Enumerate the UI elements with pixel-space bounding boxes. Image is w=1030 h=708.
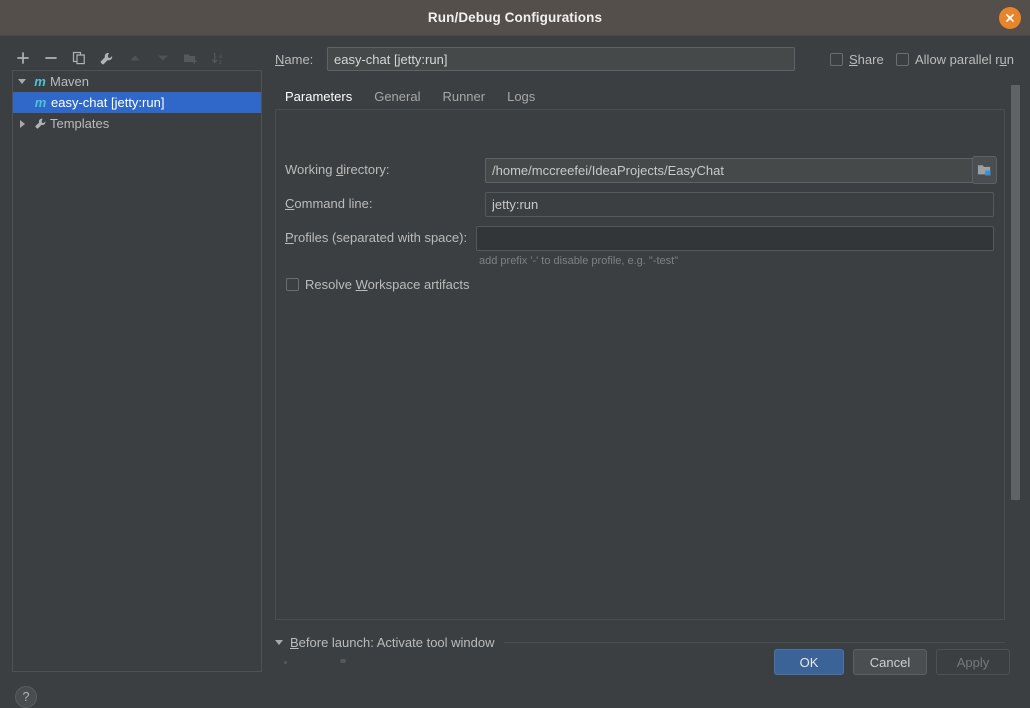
folder-add-icon xyxy=(183,54,197,64)
parameters-tab-content: Working directory: Command line: Profile… xyxy=(275,110,1005,620)
folder-macro-icon xyxy=(977,165,991,176)
before-launch-separator xyxy=(503,641,1005,643)
edit-templates-button[interactable] xyxy=(94,47,119,70)
tab-parameters[interactable]: Parameters xyxy=(275,89,364,111)
copy-configuration-button[interactable] xyxy=(66,47,91,70)
name-input[interactable] xyxy=(327,47,795,71)
cancel-button[interactable]: Cancel xyxy=(853,649,927,675)
apply-button[interactable]: Apply xyxy=(936,649,1010,675)
resolve-workspace-artifacts-label: Resolve Workspace artifacts xyxy=(305,277,470,292)
tab-logs[interactable]: Logs xyxy=(496,89,546,110)
apply-button-label: Apply xyxy=(956,654,990,670)
tree-toolbar: a z xyxy=(10,46,254,70)
insert-macro-button[interactable] xyxy=(972,156,997,184)
wrench-icon xyxy=(31,117,49,130)
tree-item-label: Maven xyxy=(50,74,90,89)
chevron-down-icon xyxy=(275,639,283,645)
tree-item-templates[interactable]: Templates xyxy=(13,113,261,134)
checkbox-box xyxy=(896,52,909,66)
sort-az-icon: a z xyxy=(211,52,223,65)
wrench-icon xyxy=(100,52,113,64)
close-icon xyxy=(1006,13,1014,22)
expand-twisty-templates[interactable] xyxy=(13,119,31,128)
tab-label: Logs xyxy=(507,89,536,104)
configurations-panel: a z m Maven m easy-chat [jetty:run] Temp… xyxy=(0,36,264,708)
arrow-down-icon xyxy=(157,55,168,61)
tab-runner[interactable]: Runner xyxy=(431,89,496,110)
add-configuration-button[interactable] xyxy=(10,47,35,70)
arrow-up-icon xyxy=(129,55,140,61)
share-checkbox[interactable]: Share xyxy=(830,47,884,71)
expand-twisty-maven[interactable] xyxy=(13,79,31,84)
configuration-editor-panel: Name: Share Allow parallel run Parameter… xyxy=(264,36,1030,684)
working-directory-label: Working directory: xyxy=(285,162,390,177)
move-down-button[interactable] xyxy=(150,47,175,70)
tree-item-easy-chat[interactable]: m easy-chat [jetty:run] xyxy=(13,92,261,113)
maven-m-icon: m xyxy=(34,74,46,89)
share-label: Share xyxy=(849,51,884,67)
working-directory-input[interactable] xyxy=(486,159,967,182)
window-title: Run/Debug Configurations xyxy=(427,10,603,25)
tab-label: Runner xyxy=(442,89,486,104)
checkbox-box xyxy=(830,52,843,66)
profiles-hint: add prefix '-' to disable profile, e.g. … xyxy=(479,255,679,267)
allow-parallel-run-checkbox[interactable]: Allow parallel run xyxy=(896,47,1014,71)
resolve-workspace-artifacts-checkbox[interactable]: Resolve Workspace artifacts xyxy=(286,277,470,292)
allow-parallel-run-label: Allow parallel run xyxy=(915,51,1015,67)
name-label: Name: xyxy=(275,51,314,67)
dialog-button-row: OK Cancel Apply xyxy=(264,649,1030,683)
copy-icon xyxy=(72,51,85,65)
chevron-right-icon xyxy=(19,119,25,128)
editor-tabs: Parameters General Runner Logs xyxy=(275,84,1019,111)
tree-item-label: Templates xyxy=(50,116,110,131)
window-titlebar: Run/Debug Configurations xyxy=(0,0,1030,36)
ok-button[interactable]: OK xyxy=(774,649,844,675)
tab-label: General xyxy=(374,89,421,104)
working-directory-field-wrap[interactable] xyxy=(485,158,994,183)
profiles-label: Profiles (separated with space): xyxy=(285,230,468,245)
help-button[interactable]: ? xyxy=(15,686,37,708)
minus-icon xyxy=(44,57,57,59)
close-window-button[interactable] xyxy=(999,6,1021,29)
tab-label: Parameters xyxy=(285,89,353,104)
tree-item-label: easy-chat [jetty:run] xyxy=(51,95,165,110)
tree-item-maven[interactable]: m Maven xyxy=(13,71,261,92)
maven-m-icon: m xyxy=(34,95,47,110)
command-line-input[interactable] xyxy=(485,192,994,217)
ok-button-label: OK xyxy=(799,654,819,670)
sort-alphabetically-button[interactable]: a z xyxy=(206,47,231,70)
new-folder-button[interactable] xyxy=(178,47,203,70)
svg-text:z: z xyxy=(219,59,222,65)
command-line-label: Command line: xyxy=(285,196,373,211)
move-up-button[interactable] xyxy=(122,47,147,70)
before-launch-label: Before launch: Activate tool window xyxy=(290,634,495,650)
profiles-input[interactable] xyxy=(476,226,994,251)
plus-icon xyxy=(16,52,29,64)
configurations-tree[interactable]: m Maven m easy-chat [jetty:run] Template… xyxy=(12,70,262,672)
checkbox-box xyxy=(286,278,299,291)
tab-general[interactable]: General xyxy=(363,89,431,110)
remove-configuration-button[interactable] xyxy=(38,47,63,70)
before-launch-twisty[interactable] xyxy=(275,639,283,645)
cancel-button-label: Cancel xyxy=(869,654,911,670)
chevron-down-icon xyxy=(18,79,26,84)
help-icon: ? xyxy=(22,690,30,704)
vertical-scrollbar[interactable] xyxy=(1011,85,1020,500)
